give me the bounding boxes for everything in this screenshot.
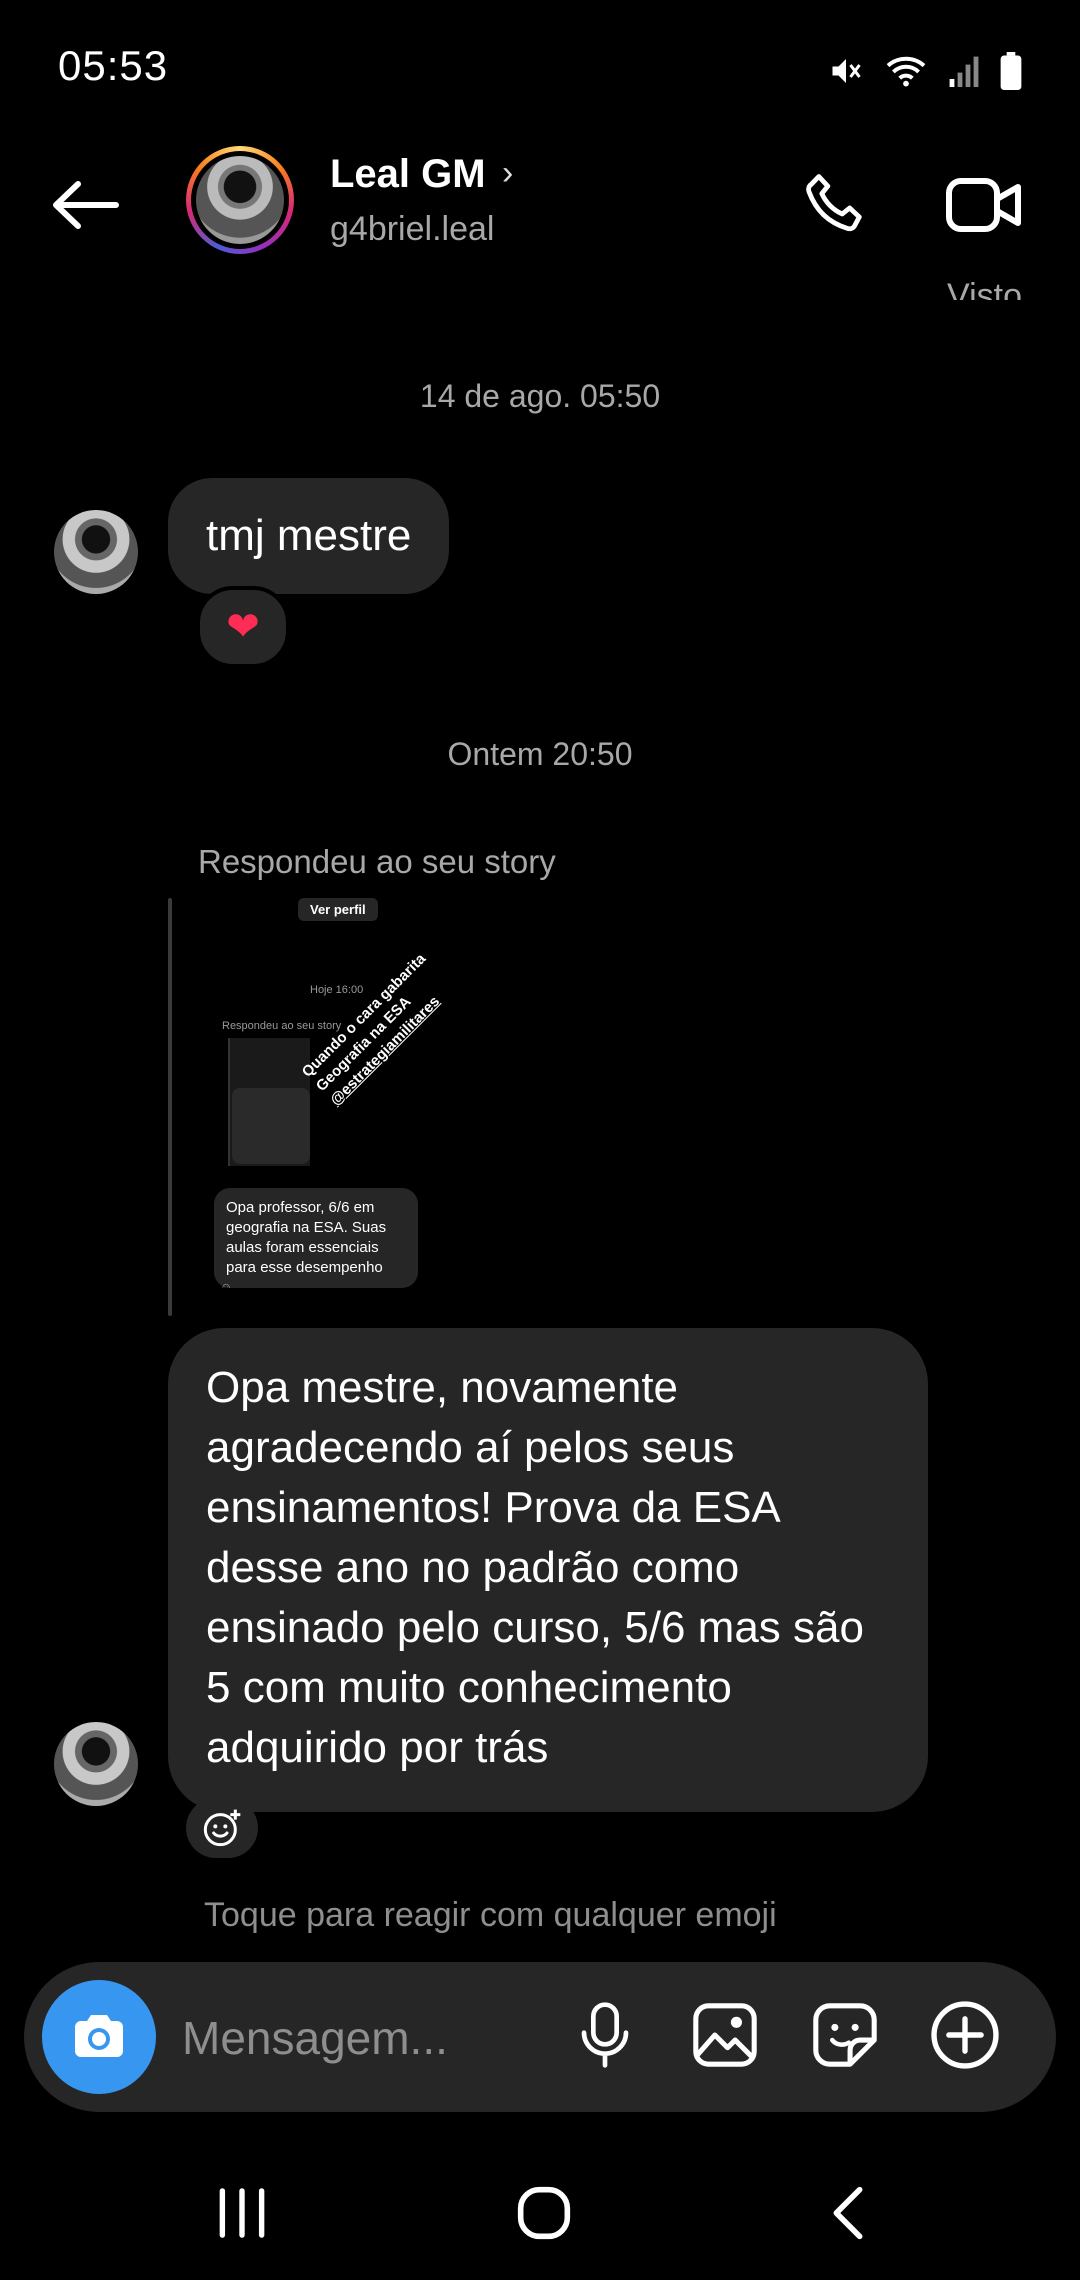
seen-status: Visto [947, 277, 1022, 300]
contact-handle[interactable]: g4briel.leal [330, 210, 494, 249]
story-reply-label: Respondeu ao seu story [198, 843, 556, 880]
story-preview[interactable]: Ver perfil Hoje 16:00 Respondeu ao seu s… [198, 898, 468, 1288]
message-bubble[interactable]: tmj mestre [168, 478, 450, 594]
voice-message-button[interactable] [560, 1990, 650, 2080]
story-timestamp: Hoje 16:00 [310, 984, 364, 996]
sticker-button[interactable] [800, 1990, 890, 2080]
story-caption-line: Geografia na ESA [312, 993, 415, 1095]
more-options-button[interactable] [920, 1990, 1010, 2080]
avatar-frame [191, 151, 289, 249]
chevron-left-icon [833, 2186, 863, 2240]
story-caption: Quando o cara gabarita Geografia na ESA … [298, 927, 468, 1111]
timestamp: Ontem 20:50 [447, 736, 633, 772]
reaction-hint: Toque para reagir com qualquer emoji [204, 1896, 777, 1934]
arrow-left-icon [53, 181, 119, 229]
story-reply-bubble: Opa professor, 6/6 em geografia na ESA. … [214, 1188, 418, 1288]
video-call-button[interactable] [940, 160, 1030, 250]
chevron-right-icon[interactable]: › [502, 154, 513, 193]
timestamp: 14 de ago. 05:50 [419, 378, 661, 414]
emoji-add-icon [203, 1809, 241, 1847]
story-view-profile-button: Ver perfil [298, 898, 378, 921]
message-bubble[interactable]: Opa mestre, novamente agradecendo aí pel… [168, 1328, 928, 1812]
audio-call-button[interactable] [790, 160, 880, 250]
sticker-icon [813, 2003, 877, 2067]
home-button[interactable] [484, 2168, 604, 2258]
message-text: Opa mestre, novamente agradecendo aí pel… [206, 1363, 864, 1772]
story-thumbnail-bubble [232, 1088, 310, 1164]
wifi-icon [886, 56, 926, 87]
camera-button[interactable] [42, 1980, 156, 2094]
mute-icon [832, 59, 861, 83]
avatar-image [196, 156, 284, 244]
plus-circle-icon [931, 2001, 999, 2069]
status-time: 05:53 [58, 42, 169, 89]
sender-avatar[interactable] [54, 510, 138, 594]
nav-back-button[interactable] [788, 2168, 908, 2258]
microphone-icon [581, 2002, 629, 2068]
recent-apps-button[interactable] [182, 2168, 302, 2258]
contact-avatar[interactable] [186, 146, 294, 254]
signal-icon [949, 56, 979, 87]
phone-icon [806, 174, 862, 232]
status-icons [828, 48, 1022, 94]
gallery-button[interactable] [680, 1990, 770, 2080]
add-reaction-button[interactable] [186, 1798, 258, 1858]
home-icon [517, 2186, 571, 2240]
story-reply-divider [168, 898, 172, 1316]
heart-icon: ❤ [226, 605, 260, 649]
message-input[interactable] [180, 2000, 564, 2076]
image-icon [693, 2003, 757, 2067]
story-replied-label: Respondeu ao seu story [222, 1020, 342, 1032]
camera-icon [75, 2015, 123, 2057]
story-react-icon: ☺ [220, 1280, 233, 1288]
video-camera-icon [946, 178, 1021, 232]
heart-reaction[interactable]: ❤ [196, 586, 290, 668]
back-button[interactable] [40, 160, 130, 250]
contact-name[interactable]: Leal GM [330, 152, 486, 197]
message-text: tmj mestre [206, 511, 412, 560]
battery-icon [1000, 52, 1022, 90]
sender-avatar[interactable] [54, 1722, 138, 1806]
recent-apps-icon [219, 2188, 265, 2238]
